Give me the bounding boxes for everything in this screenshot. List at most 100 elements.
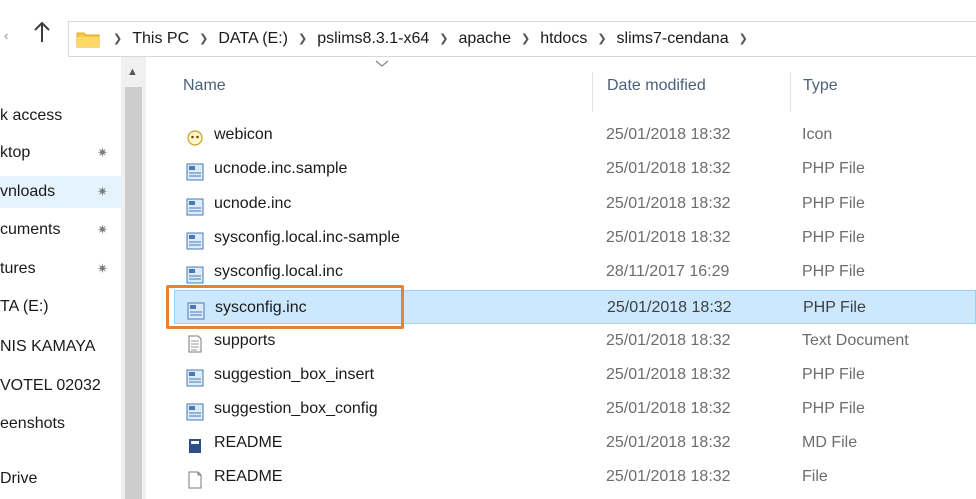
navigation-pane: k access ktop ✷ vnloads ✷ cuments ✷ tures ✷ … xyxy=(0,57,146,499)
breadcrumb-slims7-cendana[interactable]: slims7-cendana xyxy=(617,30,729,48)
file-row[interactable]: ucnode.inc.sample 25/01/2018 18:32 PHP F… xyxy=(174,152,976,186)
php-file-icon xyxy=(187,299,205,320)
chevron-right-icon[interactable]: ❯ xyxy=(199,32,208,45)
php-file-icon xyxy=(186,366,204,387)
column-date-header[interactable]: Date modified xyxy=(607,77,706,95)
nav-item-data-drive[interactable]: TA (E:) xyxy=(0,291,121,323)
file-row[interactable]: sysconfig.local.inc 28/11/2017 16:29 PHP… xyxy=(174,255,976,289)
blank-file-icon xyxy=(186,468,204,489)
file-type: PHP File xyxy=(802,195,865,212)
nav-item-label: ktop xyxy=(0,144,31,161)
file-name: ucnode.inc xyxy=(214,195,292,212)
address-bar-area: ‹ ❯ This PC ❯ DATA (E:) ❯ pslims8.3.1-x6… xyxy=(0,0,976,57)
file-row[interactable]: README 25/01/2018 18:32 MD File xyxy=(174,426,976,460)
file-name: webicon xyxy=(214,126,273,143)
nav-item-quick-access[interactable]: k access xyxy=(0,100,121,132)
file-date: 28/11/2017 16:29 xyxy=(606,263,730,280)
file-row[interactable]: webicon 25/01/2018 18:32 Icon xyxy=(174,118,976,152)
nav-item-label: k access xyxy=(0,107,63,124)
nav-item-pictures[interactable]: tures ✷ xyxy=(0,253,121,285)
column-divider[interactable] xyxy=(790,72,791,112)
column-type-header[interactable]: Type xyxy=(803,77,838,95)
chevron-right-icon[interactable]: ❯ xyxy=(521,32,530,45)
nav-item-onedrive[interactable]: Drive xyxy=(0,463,121,495)
chevron-right-icon[interactable]: ❯ xyxy=(739,32,748,45)
nav-item-folder[interactable]: NIS KAMAYA xyxy=(0,331,121,363)
file-type: PHP File xyxy=(803,299,866,316)
chevron-right-icon[interactable]: ❯ xyxy=(597,32,606,45)
file-type: MD File xyxy=(802,434,858,451)
nav-item-label: tures xyxy=(0,260,36,277)
nav-item-documents[interactable]: cuments ✷ xyxy=(0,214,121,246)
column-name-header[interactable]: Name xyxy=(183,77,226,95)
pin-icon: ✷ xyxy=(97,145,108,160)
scrollbar-thumb[interactable] xyxy=(125,87,142,499)
nav-item-label: TA (E:) xyxy=(0,298,49,315)
file-date: 25/01/2018 18:32 xyxy=(606,195,731,212)
file-type: PHP File xyxy=(802,366,865,383)
file-date: 25/01/2018 18:32 xyxy=(606,160,731,177)
file-name: sysconfig.local.inc xyxy=(214,263,343,280)
nav-item-label: NIS KAMAYA xyxy=(0,338,96,355)
php-file-icon xyxy=(186,160,204,181)
folder-icon xyxy=(76,30,100,48)
breadcrumb-apache[interactable]: apache xyxy=(458,30,511,48)
file-date: 25/01/2018 18:32 xyxy=(606,332,731,349)
chevron-right-icon[interactable]: ❯ xyxy=(439,32,448,45)
breadcrumb: ❯ This PC ❯ DATA (E:) ❯ pslims8.3.1-x64 … xyxy=(109,22,758,56)
file-row[interactable]: sysconfig.local.inc-sample 25/01/2018 18… xyxy=(174,221,976,255)
chevron-right-icon[interactable]: ❯ xyxy=(113,32,122,45)
file-name: sysconfig.inc xyxy=(215,299,307,316)
nav-item-folder[interactable]: VOTEL 02032 xyxy=(0,370,121,402)
file-date: 25/01/2018 18:32 xyxy=(606,126,731,143)
column-header: Name Date modified Type xyxy=(163,57,976,119)
pin-icon: ✷ xyxy=(97,261,108,276)
file-row[interactable]: suggestion_box_config 25/01/2018 18:32 P… xyxy=(174,392,976,426)
nav-item-downloads[interactable]: vnloads ✷ xyxy=(0,176,121,208)
file-date: 25/01/2018 18:32 xyxy=(607,299,732,316)
md-file-icon xyxy=(186,434,204,453)
scroll-up-icon[interactable]: ▲ xyxy=(127,66,138,78)
nav-item-screenshots[interactable]: eenshots xyxy=(0,408,121,440)
back-arrow-icon[interactable]: ‹ xyxy=(4,28,8,43)
breadcrumb-pslims[interactable]: pslims8.3.1-x64 xyxy=(317,30,429,48)
nav-item-label: Drive xyxy=(0,470,38,487)
file-date: 25/01/2018 18:32 xyxy=(606,400,731,417)
php-file-icon xyxy=(186,263,204,284)
file-row-selected[interactable]: sysconfig.inc 25/01/2018 18:32 PHP File xyxy=(174,290,976,324)
php-file-icon xyxy=(186,400,204,421)
file-type: Icon xyxy=(802,126,833,143)
nav-item-label: eenshots xyxy=(0,415,65,432)
file-name: README xyxy=(214,468,283,485)
file-row[interactable]: README 25/01/2018 18:32 File xyxy=(174,460,976,494)
file-name: sysconfig.local.inc-sample xyxy=(214,229,400,246)
file-row[interactable]: ucnode.inc 25/01/2018 18:32 PHP File xyxy=(174,187,976,221)
webicon-icon xyxy=(186,126,204,146)
file-type: PHP File xyxy=(802,400,865,417)
pin-icon: ✷ xyxy=(97,222,108,237)
up-arrow-icon[interactable] xyxy=(33,21,53,47)
sort-chevron-icon xyxy=(375,60,389,67)
address-bar[interactable]: ❯ This PC ❯ DATA (E:) ❯ pslims8.3.1-x64 … xyxy=(68,21,976,57)
file-row[interactable]: supports 25/01/2018 18:32 Text Document xyxy=(174,324,976,358)
breadcrumb-this-pc[interactable]: This PC xyxy=(132,30,189,48)
nav-scrollbar[interactable]: ▲ xyxy=(121,57,146,499)
text-document-icon xyxy=(186,332,204,353)
file-date: 25/01/2018 18:32 xyxy=(606,229,731,246)
breadcrumb-htdocs[interactable]: htdocs xyxy=(540,30,587,48)
file-type: PHP File xyxy=(802,229,865,246)
nav-item-label: VOTEL 02032 xyxy=(0,377,101,394)
nav-item-desktop[interactable]: ktop ✷ xyxy=(0,137,121,169)
file-date: 25/01/2018 18:32 xyxy=(606,366,731,383)
file-row[interactable]: suggestion_box_insert 25/01/2018 18:32 P… xyxy=(174,358,976,392)
nav-item-label: cuments xyxy=(0,221,61,238)
file-date: 25/01/2018 18:32 xyxy=(606,434,731,451)
column-divider[interactable] xyxy=(592,72,593,112)
file-type: Text Document xyxy=(802,332,909,349)
chevron-right-icon[interactable]: ❯ xyxy=(298,32,307,45)
file-type: File xyxy=(802,468,828,485)
pin-icon: ✷ xyxy=(97,184,108,199)
file-name: supports xyxy=(214,332,276,349)
php-file-icon xyxy=(186,229,204,250)
breadcrumb-data-drive[interactable]: DATA (E:) xyxy=(218,30,288,48)
